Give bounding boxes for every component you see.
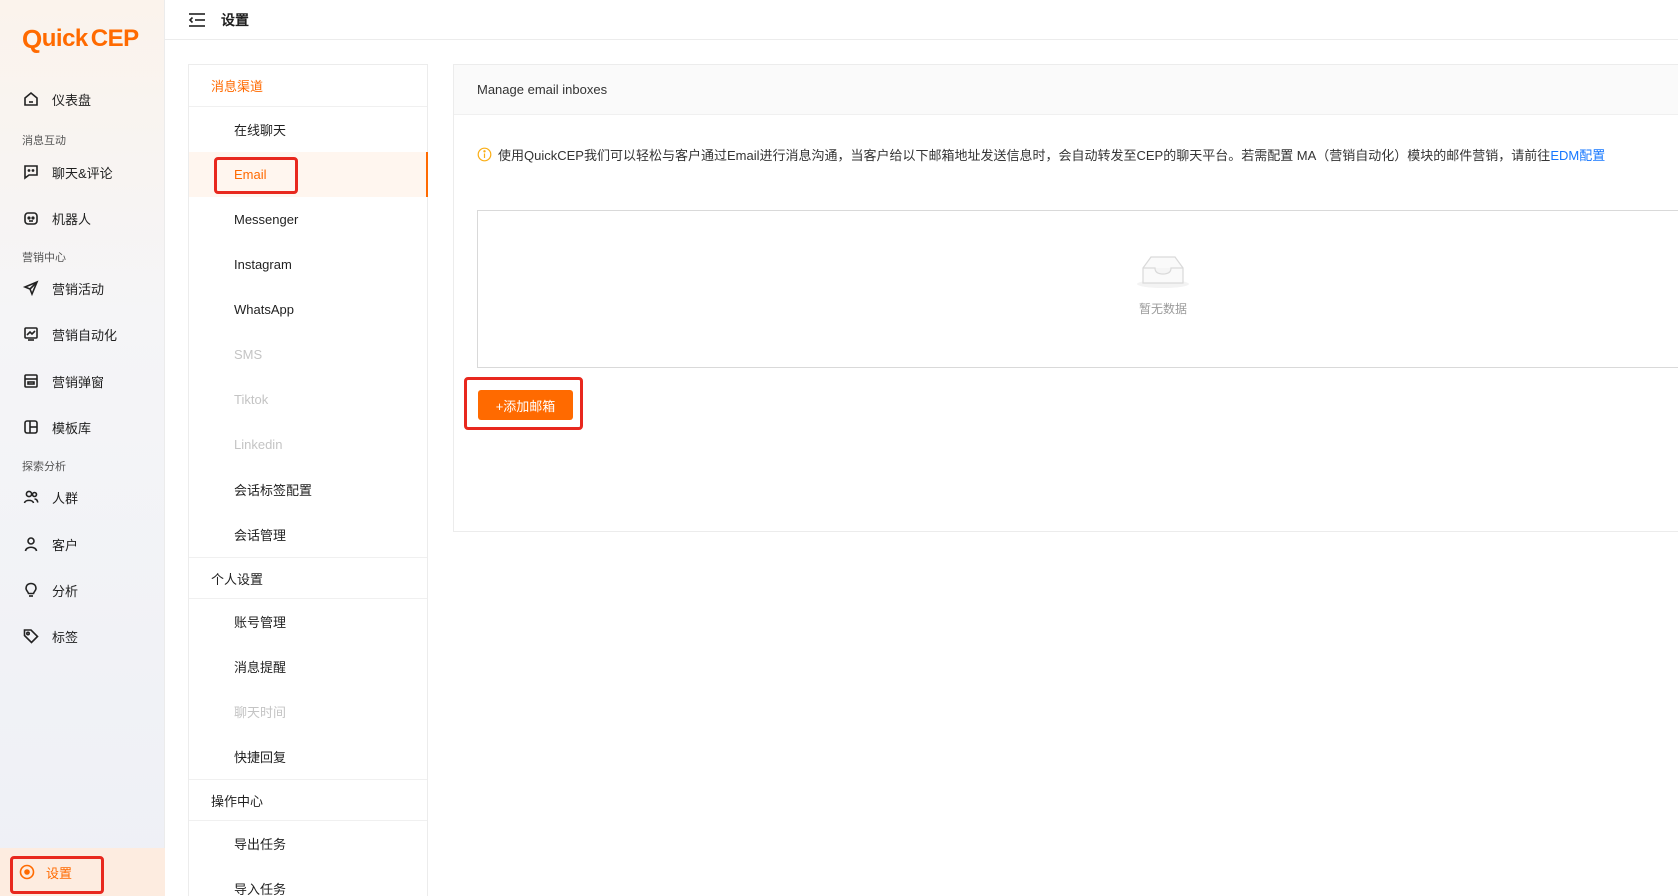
nav-robot[interactable]: 机器人	[22, 205, 152, 231]
tag-icon	[22, 627, 40, 645]
robot-icon	[22, 209, 40, 227]
top-header: 设置	[165, 0, 1678, 40]
settings-icon	[18, 863, 36, 881]
nav-settings[interactable]: 设置	[0, 848, 165, 896]
info-text: 使用QuickCEP我们可以轻松与客户通过Email进行消息沟通，当客户给以下邮…	[498, 148, 1551, 163]
nav-audience[interactable]: 人群	[22, 484, 152, 510]
bulb-icon	[22, 581, 40, 599]
nav-template-library[interactable]: 模板库	[22, 414, 152, 440]
nav-group-marketing: 营销中心	[22, 252, 66, 264]
user-icon	[22, 535, 40, 553]
submenu-item-import-tasks[interactable]: 导入任务	[189, 866, 427, 896]
menu-collapse-icon[interactable]	[187, 10, 207, 30]
submenu-item-live-chat[interactable]: 在线聊天	[189, 107, 427, 152]
email-inbox-panel: Manage email inboxes 使用QuickCEP我们可以轻松与客户…	[453, 64, 1678, 532]
submenu-group-channels: 消息渠道	[189, 65, 427, 107]
add-mailbox-button[interactable]: +添加邮箱	[478, 390, 573, 420]
send-icon	[22, 279, 40, 297]
inbox-list-empty: 暂无数据	[477, 210, 1678, 368]
nav-tags[interactable]: 标签	[22, 623, 152, 649]
automation-icon	[22, 325, 40, 343]
submenu-item-export-tasks[interactable]: 导出任务	[189, 821, 427, 866]
settings-submenu: 消息渠道 在线聊天 Email Messenger Instagram What…	[188, 64, 428, 896]
submenu-item-whatsapp[interactable]: WhatsApp	[189, 287, 427, 332]
submenu-group-personal: 个人设置	[189, 557, 427, 599]
nav-campaigns[interactable]: 营销活动	[22, 275, 152, 301]
submenu-group-operations: 操作中心	[189, 779, 427, 821]
nav-group-messaging: 消息互动	[22, 135, 66, 147]
submenu-item-notifications[interactable]: 消息提醒	[189, 644, 427, 689]
submenu-item-account[interactable]: 账号管理	[189, 599, 427, 644]
nav-customers[interactable]: 客户	[22, 531, 152, 557]
empty-inbox-icon	[1135, 253, 1191, 294]
empty-state: 暂无数据	[1128, 253, 1198, 317]
app-sidebar: Quick CEP 仪表盘 消息互动 聊天&评论 机器人 营销中心 营销活动 营销…	[0, 0, 165, 896]
submenu-item-chat-hours: 聊天时间	[234, 705, 287, 720]
nav-dashboard[interactable]: 仪表盘	[22, 86, 152, 112]
quickcep-logo[interactable]: Quick CEP	[22, 22, 139, 56]
nav-marketing-automation[interactable]: 营销自动化	[22, 321, 152, 347]
submenu-item-chat-management[interactable]: 会话管理	[189, 512, 427, 557]
info-notice: 使用QuickCEP我们可以轻松与客户通过Email进行消息沟通，当客户给以下邮…	[477, 145, 1605, 164]
nav-group-analysis: 探索分析	[22, 461, 66, 473]
submenu-item-chat-tag-config[interactable]: 会话标签配置	[189, 467, 427, 512]
home-icon	[22, 90, 40, 108]
popup-icon	[22, 372, 40, 390]
edm-config-link[interactable]: EDM配置	[1550, 145, 1605, 164]
nav-chat-comments[interactable]: 聊天&评论	[22, 159, 152, 185]
submenu-item-sms: SMS	[234, 347, 263, 362]
submenu-item-email[interactable]: Email	[189, 152, 428, 197]
chat-icon	[22, 163, 40, 181]
nav-analytics[interactable]: 分析	[22, 577, 152, 603]
empty-text: 暂无数据	[1138, 302, 1187, 316]
page-title: 设置	[221, 11, 249, 28]
info-icon	[477, 147, 492, 162]
submenu-item-instagram[interactable]: Instagram	[189, 242, 427, 287]
template-icon	[22, 418, 40, 436]
submenu-item-linkedin: Linkedin	[234, 437, 283, 452]
submenu-item-tiktok: Tiktok	[234, 392, 269, 407]
users-icon	[22, 488, 40, 506]
submenu-item-messenger[interactable]: Messenger	[189, 197, 427, 242]
panel-title: Manage email inboxes	[454, 65, 1678, 115]
submenu-item-quick-reply[interactable]: 快捷回复	[189, 734, 427, 779]
nav-marketing-popup[interactable]: 营销弹窗	[22, 368, 152, 394]
